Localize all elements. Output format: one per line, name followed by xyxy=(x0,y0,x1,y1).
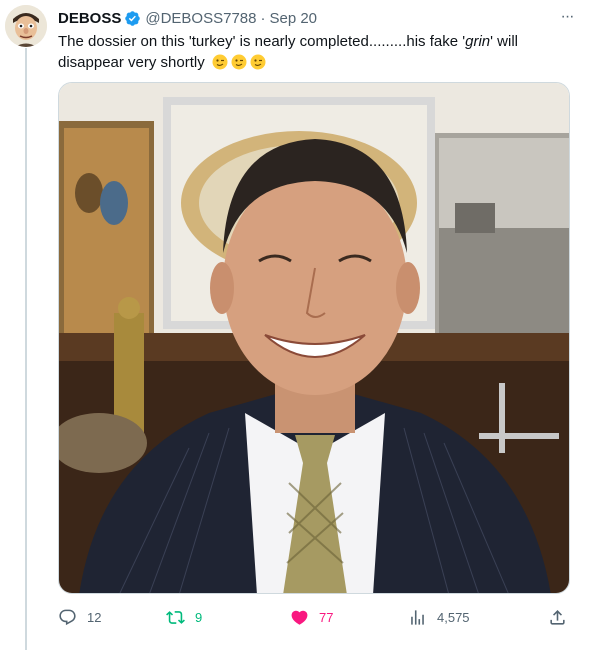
avatar-caricature-icon xyxy=(5,5,47,47)
tweet-text-italic: grin xyxy=(465,33,491,50)
tweet-action-bar: 12 9 77 4,575 xyxy=(58,606,570,628)
winking-face-emoji-icon xyxy=(212,54,228,70)
views-count: 4,575 xyxy=(437,609,470,625)
share-upload-icon xyxy=(550,609,565,625)
analytics-bar-icon xyxy=(411,609,424,625)
avatar[interactable] xyxy=(5,5,47,47)
reply-count: 12 xyxy=(87,609,102,625)
like-button[interactable]: 77 xyxy=(290,606,333,628)
emoji-group xyxy=(212,54,266,70)
tweet-text: The dossier on this 'turkey' is nearly c… xyxy=(58,31,558,73)
tweet-media-photo[interactable] xyxy=(58,82,570,594)
views-button[interactable]: 4,575 xyxy=(408,606,470,628)
reply-icon xyxy=(59,609,76,625)
like-count: 77 xyxy=(319,609,334,625)
heart-filled-icon xyxy=(291,610,308,625)
author-name[interactable]: DEBOSS xyxy=(58,10,121,27)
verified-badge-icon[interactable] xyxy=(124,10,141,27)
more-horizontal-icon: ··· xyxy=(560,8,575,25)
reply-button[interactable]: 12 xyxy=(58,606,101,628)
winking-face-emoji-icon xyxy=(231,54,247,70)
retweet-count: 9 xyxy=(195,609,203,625)
more-options-button[interactable]: ··· xyxy=(556,6,578,28)
tweet-text-part-1: The dossier on this 'turkey' is nearly c… xyxy=(58,33,466,50)
share-button[interactable] xyxy=(548,606,567,628)
photo-image xyxy=(59,83,569,593)
retweet-button[interactable]: 9 xyxy=(166,606,202,628)
winking-face-emoji-icon xyxy=(250,54,266,70)
separator-dot: · xyxy=(260,9,266,27)
tweet-date[interactable]: Sep 20 xyxy=(269,10,317,27)
retweet-icon xyxy=(166,610,185,624)
tweet-header: DEBOSS @DEBOSS7788 · Sep 20 xyxy=(58,8,317,28)
author-handle[interactable]: @DEBOSS7788 xyxy=(145,10,256,27)
thread-line xyxy=(25,48,27,650)
